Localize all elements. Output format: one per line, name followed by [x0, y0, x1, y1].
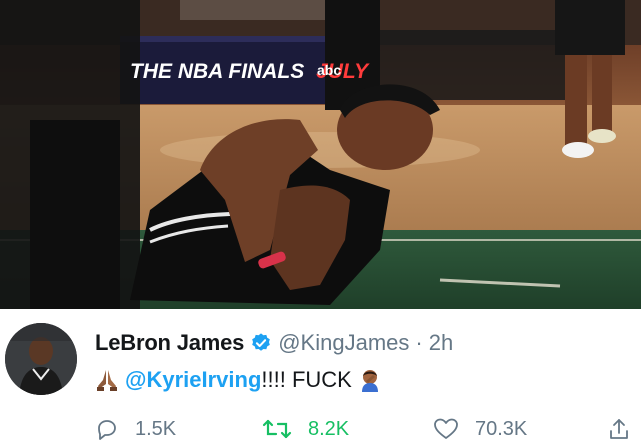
tweet-photo[interactable]: THE NBA FINALS JULY abc	[0, 0, 641, 309]
separator-dot: ·	[415, 330, 423, 355]
tweet-header: LeBron James @KingJames · 2h	[95, 329, 453, 357]
reply-icon	[98, 420, 116, 440]
photo-scene	[0, 0, 641, 309]
mention-link[interactable]: @KyrieIrving	[125, 367, 261, 393]
reply-count: 1.5K	[135, 417, 177, 440]
avatar[interactable]	[5, 323, 77, 395]
tweet: LeBron James @KingJames · 2h @KyrieIrvin…	[0, 309, 641, 443]
like-button[interactable]: 70.3K	[433, 417, 527, 441]
tweet-timestamp[interactable]: 2h	[429, 330, 453, 356]
retweet-count: 8.2K	[308, 417, 350, 440]
banner-title: THE NBA FINALS	[130, 60, 305, 83]
reply-button[interactable]: 1.5K	[95, 417, 176, 441]
banner-network-logo: abc	[317, 62, 342, 78]
like-count: 70.3K	[475, 417, 528, 440]
verified-badge-icon	[250, 332, 272, 354]
tweet-actions: 1.5K 8.2K 70.3K	[95, 417, 641, 445]
user-handle[interactable]: @KingJames	[278, 330, 409, 356]
share-icon	[610, 419, 628, 439]
heart-icon	[434, 418, 458, 439]
tweet-text: @KyrieIrving !!!! FUCK	[95, 365, 382, 395]
avatar-image	[5, 323, 77, 395]
retweet-button[interactable]: 8.2K	[262, 417, 349, 441]
display-name[interactable]: LeBron James	[95, 330, 244, 356]
tweet-text-rest: !!!! FUCK	[261, 367, 352, 392]
person-facepalming-emoji-icon	[358, 368, 382, 392]
share-button[interactable]	[607, 417, 641, 441]
folded-hands-emoji-icon	[95, 368, 119, 392]
retweet-icon	[262, 419, 292, 439]
